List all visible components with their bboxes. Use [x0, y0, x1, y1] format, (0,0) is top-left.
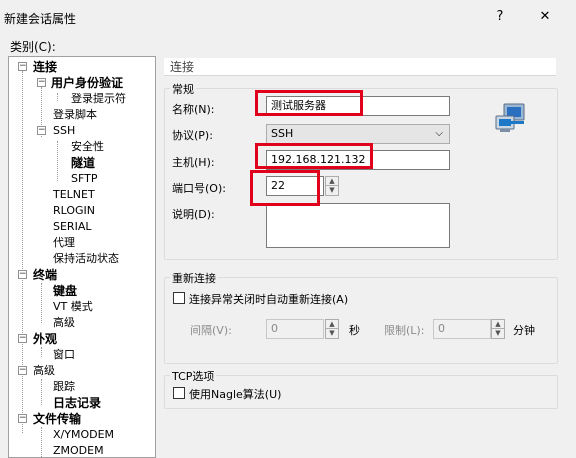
tree-item-login-prompt[interactable]: 登录提示符: [71, 91, 126, 107]
tree-item-advanced[interactable]: 高级: [53, 315, 75, 331]
interval-spinner[interactable]: ▲ ▼: [325, 319, 339, 339]
reconnect-group-title: 重新连接: [170, 270, 218, 286]
tree-item-trace[interactable]: 跟踪: [53, 379, 75, 395]
port-spinner[interactable]: ▲ ▼: [325, 176, 339, 196]
protocol-value: SSH: [271, 127, 294, 140]
tree-item-sftp[interactable]: SFTP: [71, 171, 97, 187]
tree-item-tunnel[interactable]: 隧道: [71, 155, 95, 171]
tree-item-connection[interactable]: 连接: [33, 59, 57, 75]
tree-item-proxy[interactable]: 代理: [53, 235, 75, 251]
tree-item-log[interactable]: 日志记录: [53, 395, 101, 411]
tree-item-keepalive[interactable]: 保持活动状态: [53, 251, 119, 267]
highlight-box-name: [255, 90, 363, 116]
seconds-label: 秒: [349, 324, 360, 337]
help-button[interactable]: ?: [485, 6, 515, 28]
nagle-checkbox[interactable]: [173, 387, 185, 399]
highlight-box-port: [250, 170, 320, 206]
tree-item-file-transfer[interactable]: 文件传输: [33, 411, 81, 427]
collapse-terminal-icon[interactable]: −: [18, 270, 27, 279]
tree-item-auth[interactable]: 用户身份验证: [51, 75, 123, 91]
tree-item-ssh[interactable]: SSH: [53, 123, 75, 139]
tree-item-vt-mode[interactable]: VT 模式: [53, 299, 93, 315]
network-computer-icon: [495, 103, 525, 132]
port-label: 端口号(O):: [172, 182, 226, 195]
collapse-auth-icon[interactable]: −: [37, 78, 46, 87]
window-title: 新建会话属性: [4, 12, 77, 26]
description-label: 说明(D):: [172, 208, 215, 221]
limit-spinner[interactable]: ▲ ▼: [491, 319, 505, 339]
tree-item-keyboard[interactable]: 键盘: [53, 283, 77, 299]
protocol-label: 协议(P):: [172, 129, 213, 142]
tree-item-zmodem[interactable]: ZMODEM: [53, 443, 104, 457]
interval-field[interactable]: 0: [266, 319, 324, 339]
collapse-connection-icon[interactable]: −: [18, 62, 27, 71]
collapse-advanced2-icon[interactable]: −: [18, 366, 27, 375]
tree-item-window[interactable]: 窗口: [53, 347, 75, 363]
close-button[interactable]: ✕: [530, 6, 560, 28]
name-label: 名称(N):: [172, 103, 215, 116]
tree-item-login-script[interactable]: 登录脚本: [53, 107, 97, 123]
tree-item-serial[interactable]: SERIAL: [53, 219, 91, 235]
nagle-label: 使用Nagle算法(U): [189, 388, 282, 401]
host-label: 主机(H):: [172, 156, 215, 169]
limit-field[interactable]: 0: [433, 319, 491, 339]
tree-item-xymodem[interactable]: X/YMODEM: [53, 427, 114, 443]
category-label: 类别(C):: [10, 40, 56, 54]
general-group-title: 常规: [170, 81, 196, 97]
auto-reconnect-checkbox[interactable]: [173, 292, 185, 304]
tree-item-rlogin[interactable]: RLOGIN: [53, 203, 95, 219]
limit-label: 限制(L):: [384, 324, 425, 337]
tree-item-advanced2[interactable]: 高级: [33, 363, 55, 379]
tree-item-terminal[interactable]: 终端: [33, 267, 57, 283]
tree-item-telnet[interactable]: TELNET: [53, 187, 95, 203]
chevron-down-icon: ⌵: [435, 128, 443, 139]
tree-item-security[interactable]: 安全性: [71, 139, 104, 155]
auto-reconnect-label: 连接异常关闭时自动重新连接(A): [189, 293, 349, 306]
panel-header: 连接: [164, 58, 556, 76]
tree-item-appearance[interactable]: 外观: [33, 331, 57, 347]
category-tree: − 连接 − 用户身份验证 登录提示符 登录脚本 − SSH 安全性 隧道 SF…: [8, 56, 156, 458]
protocol-select[interactable]: SSH ⌵: [266, 124, 450, 144]
collapse-appearance-icon[interactable]: −: [18, 334, 27, 343]
tcp-group-title: TCP选项: [170, 368, 217, 384]
collapse-ssh-icon[interactable]: −: [37, 126, 46, 135]
collapse-file-transfer-icon[interactable]: −: [18, 414, 27, 423]
highlight-box-host: [255, 143, 373, 169]
description-field[interactable]: [266, 203, 450, 248]
minutes-label: 分钟: [513, 324, 535, 337]
interval-label: 间隔(V):: [190, 324, 232, 337]
